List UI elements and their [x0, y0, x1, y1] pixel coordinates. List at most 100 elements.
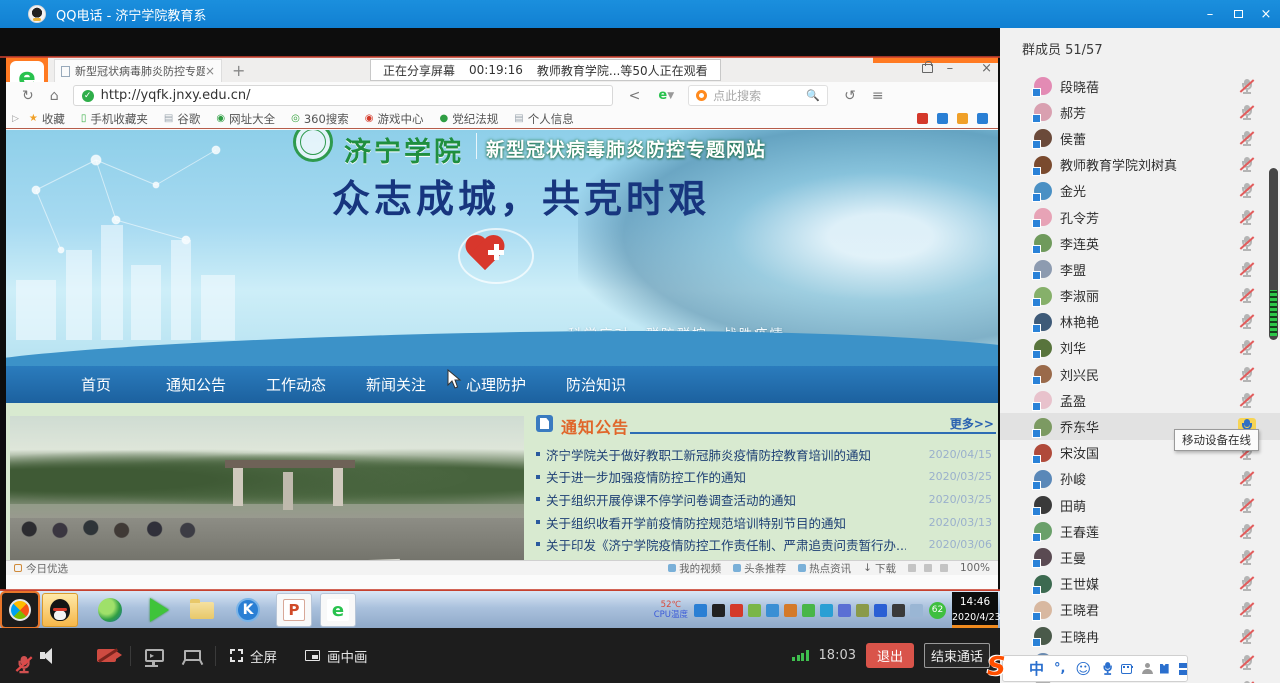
member-row[interactable]: 王世媒: [1000, 571, 1280, 597]
member-row[interactable]: 孙峻: [1000, 466, 1280, 492]
member-scrollbar[interactable]: [1269, 168, 1278, 340]
member-mic-icon[interactable]: [1238, 77, 1256, 95]
member-mic-icon[interactable]: [1238, 679, 1256, 683]
browser-mode-icon[interactable]: e: [658, 88, 667, 103]
emoji-icon[interactable]: ☺: [1075, 660, 1091, 678]
minimize-button[interactable]: –: [1196, 0, 1224, 28]
member-mic-icon[interactable]: [1238, 287, 1256, 305]
tray-icon[interactable]: [910, 604, 923, 617]
taskbar-360-browser-icon[interactable]: [92, 593, 128, 627]
taskbar-k-app-icon[interactable]: K: [230, 593, 266, 627]
ime-punct-toggle[interactable]: °,: [1054, 661, 1065, 676]
notice-more-link[interactable]: 更多>>: [950, 415, 994, 432]
sogou-logo[interactable]: S: [987, 652, 1006, 682]
new-tab-button[interactable]: +: [232, 61, 245, 80]
presentation-icon[interactable]: [184, 650, 201, 661]
speaker-icon[interactable]: [40, 648, 57, 663]
end-call-button[interactable]: 结束通话: [924, 643, 990, 668]
tray-icon[interactable]: [838, 604, 851, 617]
member-row[interactable]: 侯蕾: [1000, 125, 1280, 151]
tray-icon[interactable]: [784, 604, 797, 617]
member-row[interactable]: 李淑丽: [1000, 283, 1280, 309]
statusbar-tool-icons[interactable]: [908, 564, 948, 572]
keyboard-icon[interactable]: [1121, 664, 1132, 674]
member-mic-icon[interactable]: [1238, 470, 1256, 488]
member-row[interactable]: 王晓冉: [1000, 623, 1280, 649]
start-button[interactable]: [2, 593, 38, 627]
notice-link[interactable]: 济宁学院关于做好教职工新冠肺炎疫情防控教育培训的通知: [546, 445, 871, 464]
member-row[interactable]: 王曼: [1000, 544, 1280, 570]
zoom-level[interactable]: 100%: [960, 562, 990, 574]
member-row[interactable]: 刘兴民: [1000, 361, 1280, 387]
bookmarks-expand-icon[interactable]: ▷: [12, 114, 19, 124]
tray-icon[interactable]: [892, 604, 905, 617]
nav-item[interactable]: 通知公告: [146, 374, 246, 395]
bookmark-item[interactable]: ◉ 网址大全: [216, 111, 275, 127]
menu-icon[interactable]: ≡: [872, 88, 884, 104]
member-row[interactable]: 王春莲: [1000, 518, 1280, 544]
member-mic-icon[interactable]: [1238, 182, 1256, 200]
address-bar[interactable]: ✓ http://yqfk.jnxy.edu.cn/: [73, 85, 613, 106]
bookmark-item[interactable]: ▤ 谷歌: [164, 111, 200, 127]
toolbox-icon[interactable]: [1179, 663, 1187, 675]
tray-icon[interactable]: [874, 604, 887, 617]
browser-tab[interactable]: 新型冠状病毒肺炎防控专题网站 ×: [54, 59, 222, 82]
member-mic-icon[interactable]: [1238, 365, 1256, 383]
taskbar-qq-icon[interactable]: [42, 593, 78, 627]
tray-icon[interactable]: [694, 604, 707, 617]
notice-link[interactable]: 关于组织收看开学前疫情防控规范培训特别节目的通知: [546, 513, 846, 532]
member-mic-icon[interactable]: [1238, 548, 1256, 566]
tray-icon[interactable]: [766, 604, 779, 617]
member-mic-icon[interactable]: [1238, 627, 1256, 645]
extension-icon[interactable]: [957, 113, 968, 124]
share-page-icon[interactable]: <: [629, 88, 641, 104]
statusbar-left[interactable]: 今日优选: [14, 561, 68, 576]
member-mic-icon[interactable]: [1238, 391, 1256, 409]
nav-item[interactable]: 工作动态: [246, 374, 346, 395]
member-row[interactable]: 王晓君: [1000, 597, 1280, 623]
download-button[interactable]: ↓ 下载: [863, 561, 896, 576]
notice-link[interactable]: 关于进一步加强疫情防控工作的通知: [546, 467, 746, 486]
member-row[interactable]: 孟盈: [1000, 387, 1280, 413]
tray-icon[interactable]: [748, 604, 761, 617]
member-mic-icon[interactable]: [1238, 522, 1256, 540]
fullscreen-button[interactable]: 全屏: [230, 646, 277, 666]
bookmark-item[interactable]: ★ 收藏: [29, 111, 65, 127]
member-row[interactable]: 金光: [1000, 178, 1280, 204]
member-mic-icon[interactable]: [1238, 260, 1256, 278]
member-mic-icon[interactable]: [1238, 653, 1256, 671]
member-mic-icon[interactable]: [1238, 234, 1256, 252]
screen-share-icon[interactable]: ▸: [145, 649, 164, 662]
mode-dropdown-icon[interactable]: ▼: [667, 91, 674, 101]
bookmark-item[interactable]: ● 党纪法规: [440, 111, 499, 127]
member-row[interactable]: 教师教育学院刘树真: [1000, 152, 1280, 178]
extension-icon[interactable]: [977, 113, 988, 124]
close-button[interactable]: ×: [1252, 0, 1280, 28]
member-mic-icon[interactable]: [1238, 601, 1256, 619]
member-mic-icon[interactable]: [1238, 129, 1256, 147]
nav-item[interactable]: 防治知识: [546, 374, 646, 395]
member-row[interactable]: 田萌: [1000, 492, 1280, 518]
member-mic-icon[interactable]: [1238, 313, 1256, 331]
member-row[interactable]: 李盟: [1000, 256, 1280, 282]
browser-minimize-button[interactable]: –: [947, 61, 954, 76]
member-row[interactable]: 郝芳: [1000, 99, 1280, 125]
member-mic-icon[interactable]: [1238, 496, 1256, 514]
bookmark-item[interactable]: ▯ 手机收藏夹: [81, 111, 148, 127]
taskbar-clock[interactable]: 14:46 2020/4/23: [952, 592, 998, 628]
maximize-button[interactable]: [1224, 0, 1252, 28]
bookmark-item[interactable]: ◉ 游戏中心: [365, 111, 424, 127]
statusbar-link[interactable]: 我的视频: [668, 561, 721, 576]
tab-close-icon[interactable]: ×: [205, 64, 215, 78]
nav-item[interactable]: 首页: [46, 374, 146, 395]
basket-icon[interactable]: [922, 64, 933, 73]
tray-icon[interactable]: [820, 604, 833, 617]
session-restore-icon[interactable]: ↺: [844, 88, 856, 104]
member-row[interactable]: 李连英: [1000, 230, 1280, 256]
member-row[interactable]: 孔令芳: [1000, 204, 1280, 230]
exit-button[interactable]: 退出: [866, 643, 914, 668]
member-mic-icon[interactable]: [1238, 575, 1256, 593]
camera-off-icon[interactable]: [97, 649, 116, 662]
member-mic-icon[interactable]: [1238, 103, 1256, 121]
nav-item[interactable]: 新闻关注: [346, 374, 446, 395]
